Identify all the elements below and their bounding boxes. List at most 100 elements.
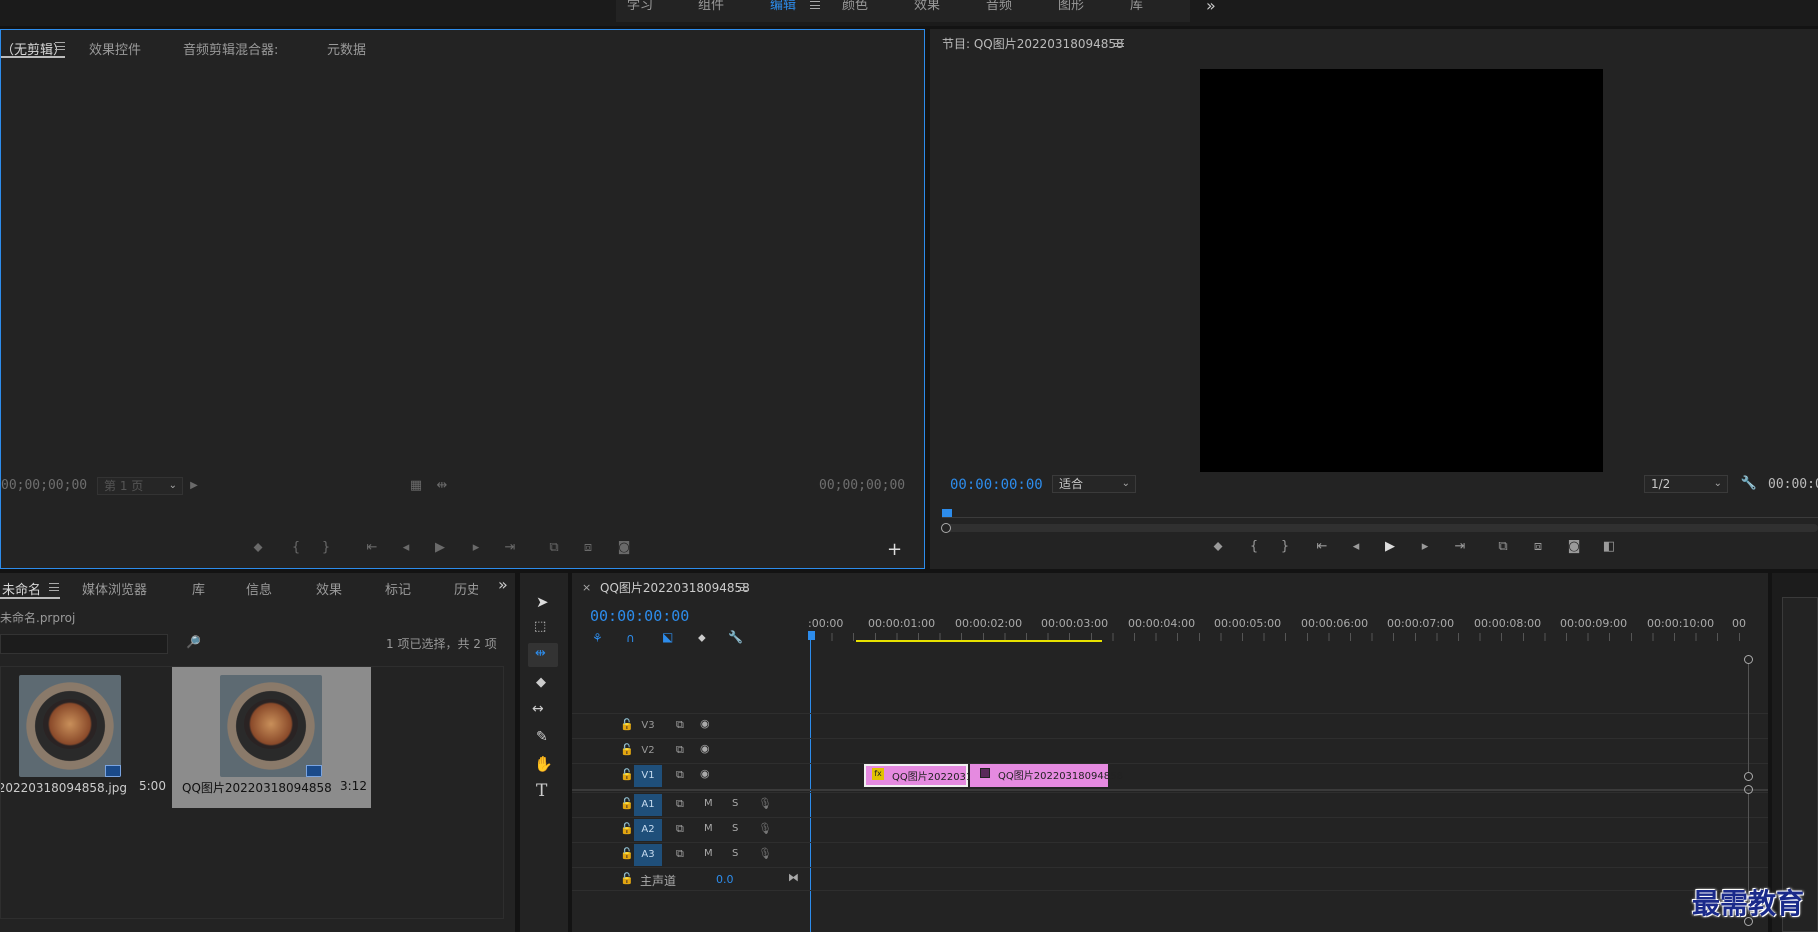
mark-out-icon[interactable]: } — [1276, 539, 1294, 555]
eye-icon[interactable]: ◉ — [700, 742, 710, 755]
mute-button[interactable]: M — [704, 823, 713, 834]
workspace-tab-libraries[interactable]: 库 — [1130, 0, 1143, 13]
linked-selection-icon[interactable]: ⬕ — [662, 630, 673, 644]
expand-tracks-icon[interactable]: ⧓ — [788, 871, 799, 884]
search-input[interactable] — [0, 634, 168, 654]
sync-lock-icon[interactable]: ⧉ — [676, 847, 684, 861]
step-forward-icon[interactable]: ▸ — [1416, 539, 1434, 555]
track-lock-icon[interactable]: 🔓 — [620, 847, 634, 860]
timeline-timecode[interactable]: 00:00:00:00 — [590, 607, 689, 625]
go-to-out-icon[interactable]: ⇥ — [1451, 539, 1469, 555]
go-to-in-icon[interactable]: ⇤ — [363, 540, 381, 556]
tab-metadata[interactable]: 元数据 — [327, 39, 366, 58]
microphone-icon[interactable]: 🎙 — [758, 847, 772, 860]
source-timecode-current[interactable]: 00;00;00;00 — [1, 478, 87, 493]
step-back-icon[interactable]: ◂ — [1347, 539, 1365, 555]
hand-tool-icon[interactable]: ✋ — [534, 755, 553, 773]
zoom-fit-select[interactable]: 适合 ⌄ — [1052, 475, 1136, 493]
track-target-v3[interactable]: V3 — [634, 715, 662, 737]
workspace-tab-graphics[interactable]: 图形 — [1058, 0, 1084, 13]
playhead-marker[interactable] — [942, 509, 952, 517]
project-item-selected[interactable]: QQ图片20220318094858 3:12 — [172, 667, 371, 808]
solo-button[interactable]: S — [732, 848, 738, 859]
project-item[interactable]: QQ图片20220318094858.jpg 5:00 — [1, 667, 169, 807]
sequence-tab[interactable]: QQ图片20220318094858 — [600, 579, 750, 596]
sequence-menu-icon[interactable] — [738, 583, 748, 591]
marker-icon[interactable]: ⬥ — [249, 540, 267, 556]
export-frame-icon[interactable]: ◙ — [615, 540, 633, 556]
resolution-select[interactable]: 1/2 ⌄ — [1644, 475, 1728, 493]
track-lock-icon[interactable]: 🔓 — [620, 743, 634, 756]
clip-v1-1[interactable]: fx QQ图片2022031 — [864, 764, 972, 787]
program-title[interactable]: 节目: QQ图片20220318094858 — [942, 35, 1124, 52]
type-tool-icon[interactable]: T — [536, 781, 547, 801]
extract-icon[interactable]: ⧈ — [1529, 539, 1547, 555]
video-audio-divider[interactable] — [572, 789, 1768, 791]
sync-lock-icon[interactable]: ⧉ — [676, 718, 684, 732]
sync-lock-icon[interactable]: ⧉ — [676, 797, 684, 811]
solo-button[interactable]: S — [732, 823, 738, 834]
play-arrow-icon[interactable]: ▶ — [185, 478, 203, 494]
scroll-handle[interactable] — [1744, 785, 1753, 794]
page-select[interactable]: 第 1 页 ⌄ — [97, 477, 183, 495]
program-menu-icon[interactable] — [1114, 39, 1124, 47]
comparison-view-icon[interactable]: ◧ — [1600, 539, 1618, 555]
workspace-tab-assembly[interactable]: 组件 — [698, 0, 724, 13]
track-target-a2[interactable]: A2 — [634, 819, 662, 841]
sync-lock-icon[interactable]: ⧉ — [676, 822, 684, 836]
workspace-menu-icon[interactable] — [810, 1, 820, 9]
ripple-edit-tool[interactable]: ⇹ — [528, 643, 558, 667]
export-frame-icon[interactable]: ◙ — [1565, 539, 1583, 555]
selection-tool-icon[interactable]: ➤ — [536, 593, 549, 611]
workspace-tab-editing[interactable]: 编辑 — [770, 0, 796, 13]
panel-overflow-button[interactable]: » — [498, 575, 508, 594]
tab-media-browser[interactable]: 媒体浏览器 — [82, 579, 147, 598]
zoom-scrollbar[interactable] — [941, 523, 1818, 533]
lift-icon[interactable]: ⧉ — [1494, 539, 1512, 555]
track-target-a1[interactable]: A1 — [634, 794, 662, 816]
source-tab-menu-icon[interactable] — [55, 42, 65, 50]
work-area-bar[interactable] — [856, 640, 1102, 642]
sync-lock-icon[interactable]: ⧉ — [676, 768, 684, 782]
slip-tool-icon[interactable]: ↔ — [532, 701, 544, 717]
project-menu-icon[interactable] — [49, 583, 59, 591]
track-lock-icon[interactable]: 🔓 — [620, 872, 634, 885]
program-timecode[interactable]: 00:00:00:00 — [950, 477, 1043, 493]
marker-icon[interactable]: ⬥ — [1209, 539, 1227, 555]
workspace-tab-color[interactable]: 颜色 — [842, 0, 868, 13]
track-select-tool-icon[interactable]: ⬚ — [534, 619, 546, 634]
add-button[interactable]: + — [887, 539, 902, 560]
tab-audio-clip-mixer[interactable]: 音频剪辑混合器: — [183, 39, 278, 58]
mark-out-icon[interactable]: } — [317, 540, 335, 556]
step-forward-icon[interactable]: ▸ — [467, 540, 485, 556]
tab-effect-controls[interactable]: 效果控件 — [89, 39, 141, 58]
snap-icon[interactable]: ∩ — [626, 631, 635, 645]
sync-lock-icon[interactable]: ⧉ — [676, 743, 684, 757]
close-sequence-icon[interactable]: × — [582, 581, 591, 594]
go-to-in-icon[interactable]: ⇤ — [1313, 539, 1331, 555]
play-icon[interactable]: ▶ — [1381, 539, 1399, 555]
microphone-icon[interactable]: 🎙 — [758, 822, 772, 835]
track-target-v1[interactable]: V1 — [634, 765, 662, 787]
track-lock-icon[interactable]: 🔓 — [620, 718, 634, 731]
eye-icon[interactable]: ◉ — [700, 717, 710, 730]
solo-button[interactable]: S — [732, 798, 738, 809]
track-lock-icon[interactable]: 🔓 — [620, 768, 634, 781]
tab-history[interactable]: 历史 — [454, 579, 478, 598]
tab-markers[interactable]: 标记 — [385, 579, 411, 598]
workspace-overflow-button[interactable]: » — [1206, 0, 1216, 15]
drag-video-icon[interactable]: ⇹ — [433, 478, 451, 494]
find-icon[interactable]: 🔎 — [186, 635, 201, 649]
mute-button[interactable]: M — [704, 848, 713, 859]
track-lock-icon[interactable]: 🔓 — [620, 797, 634, 810]
track-lock-icon[interactable]: 🔓 — [620, 822, 634, 835]
insert-icon[interactable]: ⧉ — [545, 540, 563, 556]
play-icon[interactable]: ▶ — [431, 540, 449, 556]
overwrite-icon[interactable]: ⧈ — [579, 540, 597, 556]
eye-icon[interactable]: ◉ — [700, 767, 710, 780]
tab-info[interactable]: 信息 — [246, 579, 272, 598]
program-ruler[interactable] — [942, 509, 1818, 521]
track-target-v2[interactable]: V2 — [634, 740, 662, 762]
mark-in-icon[interactable]: { — [287, 540, 305, 556]
tab-effects[interactable]: 效果 — [316, 579, 342, 598]
